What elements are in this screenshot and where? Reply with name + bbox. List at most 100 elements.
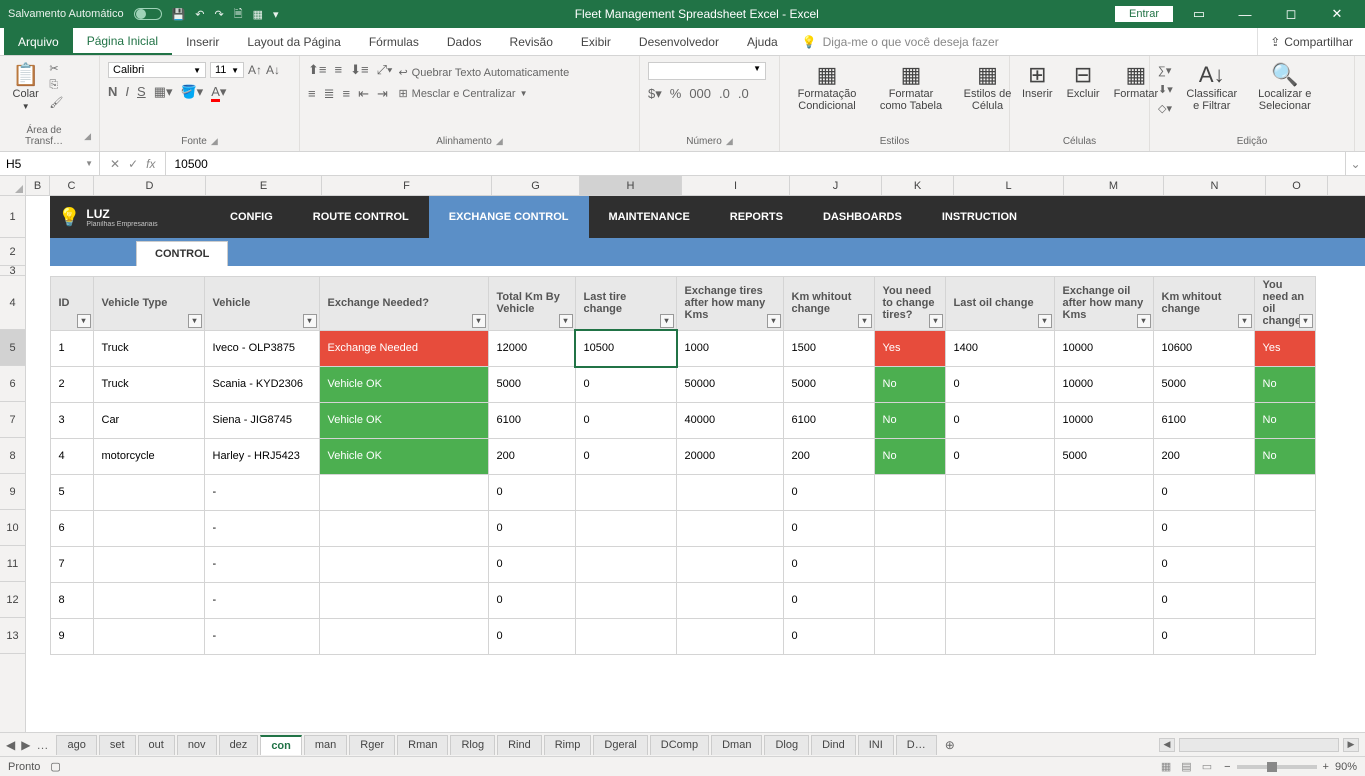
- sheet-tab[interactable]: Dman: [711, 735, 762, 755]
- sheet-tab[interactable]: Rimp: [544, 735, 592, 755]
- enter-icon[interactable]: ✓: [128, 157, 138, 171]
- sheet-tab[interactable]: D…: [896, 735, 937, 755]
- row-header[interactable]: 6: [0, 366, 25, 402]
- tab-insert[interactable]: Inserir: [172, 28, 233, 55]
- table-cell[interactable]: Yes: [874, 330, 946, 367]
- table-cell[interactable]: [945, 510, 1055, 547]
- table-cell[interactable]: -: [204, 618, 320, 655]
- table-cell[interactable]: [1054, 510, 1154, 547]
- number-format-select[interactable]: ▼: [648, 62, 766, 80]
- sheet-tab[interactable]: Rind: [497, 735, 542, 755]
- tab-page-layout[interactable]: Layout da Página: [233, 28, 354, 55]
- share-button[interactable]: ⇪ Compartilhar: [1257, 28, 1365, 55]
- row-header[interactable]: 5: [0, 330, 25, 366]
- table-cell[interactable]: [1054, 474, 1154, 511]
- sheet-nav-prev-icon[interactable]: ◀: [6, 738, 15, 752]
- column-header[interactable]: K: [882, 176, 954, 195]
- page-break-icon[interactable]: ▭: [1202, 760, 1212, 773]
- table-cell[interactable]: 10000: [1054, 402, 1154, 439]
- filter-icon[interactable]: ▾: [188, 314, 202, 328]
- ribbon-options-icon[interactable]: ▭: [1179, 6, 1219, 22]
- filter-icon[interactable]: ▾: [1238, 314, 1252, 328]
- table-cell[interactable]: 0: [945, 438, 1055, 475]
- table-cell[interactable]: 0: [783, 474, 875, 511]
- table-cell[interactable]: [319, 582, 489, 619]
- table-cell[interactable]: [945, 618, 1055, 655]
- bold-icon[interactable]: N: [108, 84, 117, 100]
- row-header[interactable]: 1: [0, 196, 25, 238]
- table-cell[interactable]: [676, 510, 784, 547]
- table-cell[interactable]: 0: [1153, 546, 1255, 583]
- table-cell[interactable]: 20000: [676, 438, 784, 475]
- table-cell[interactable]: Scania - KYD2306: [204, 366, 320, 403]
- row-header[interactable]: 10: [0, 510, 25, 546]
- nav-item[interactable]: INSTRUCTION: [922, 196, 1037, 238]
- table-cell[interactable]: [676, 474, 784, 511]
- align-right-icon[interactable]: ≡: [343, 86, 351, 102]
- zoom-in-icon[interactable]: +: [1323, 761, 1329, 773]
- sheet-nav-more-icon[interactable]: …: [36, 738, 48, 752]
- table-cell[interactable]: 3: [50, 402, 94, 439]
- name-box[interactable]: H5▼: [0, 152, 100, 175]
- table-cell[interactable]: motorcycle: [93, 438, 205, 475]
- table-cell[interactable]: 12000: [488, 330, 576, 367]
- font-size-select[interactable]: 11▼: [210, 62, 244, 78]
- align-left-icon[interactable]: ≡: [308, 86, 316, 102]
- find-select-button[interactable]: 🔍Localizar e Selecionar: [1251, 62, 1319, 114]
- table-cell[interactable]: [676, 546, 784, 583]
- table-cell[interactable]: No: [1254, 366, 1316, 403]
- sheet-tab[interactable]: Dgeral: [593, 735, 647, 755]
- table-cell[interactable]: 6: [50, 510, 94, 547]
- filter-icon[interactable]: ▾: [767, 314, 781, 328]
- table-cell[interactable]: No: [874, 366, 946, 403]
- macro-record-icon[interactable]: ▢: [50, 760, 60, 773]
- format-painter-icon[interactable]: 🖌: [49, 96, 63, 109]
- table-cell[interactable]: 50000: [676, 366, 784, 403]
- tab-developer[interactable]: Desenvolvedor: [625, 28, 733, 55]
- table-cell[interactable]: [1054, 546, 1154, 583]
- clear-icon[interactable]: ◇▾: [1158, 102, 1173, 115]
- table-cell[interactable]: [874, 510, 946, 547]
- table-cell[interactable]: 6100: [783, 402, 875, 439]
- cancel-icon[interactable]: ✕: [110, 157, 120, 171]
- align-center-icon[interactable]: ≣: [324, 86, 335, 102]
- nav-item[interactable]: EXCHANGE CONTROL: [429, 196, 589, 238]
- qat-icon[interactable]: ▦: [253, 8, 263, 21]
- table-cell[interactable]: 10000: [1054, 366, 1154, 403]
- sheet-nav-next-icon[interactable]: ▶: [21, 738, 30, 752]
- table-cell[interactable]: 5000: [488, 366, 576, 403]
- align-bottom-icon[interactable]: ⬇≡: [350, 62, 368, 78]
- undo-icon[interactable]: ↶: [195, 8, 204, 21]
- underline-icon[interactable]: S: [137, 84, 146, 100]
- table-cell[interactable]: 0: [1153, 474, 1255, 511]
- delete-button[interactable]: ⊟Excluir: [1063, 62, 1104, 102]
- table-cell[interactable]: 200: [783, 438, 875, 475]
- table-cell[interactable]: [945, 474, 1055, 511]
- table-cell[interactable]: Yes: [1254, 330, 1316, 367]
- table-cell[interactable]: 0: [783, 546, 875, 583]
- row-header[interactable]: 3: [0, 266, 25, 276]
- zoom-out-icon[interactable]: −: [1224, 761, 1230, 773]
- table-cell[interactable]: 40000: [676, 402, 784, 439]
- table-cell[interactable]: [874, 546, 946, 583]
- new-sheet-button[interactable]: ⊕: [939, 736, 961, 754]
- sheet-tab[interactable]: nov: [177, 735, 217, 755]
- table-cell[interactable]: -: [204, 546, 320, 583]
- qat-more-icon[interactable]: ▾: [273, 8, 279, 21]
- filter-icon[interactable]: ▾: [1137, 314, 1151, 328]
- comma-icon[interactable]: 000: [689, 86, 711, 102]
- select-all-button[interactable]: [0, 176, 26, 196]
- sheet-tab[interactable]: Rman: [397, 735, 448, 755]
- filter-icon[interactable]: ▾: [1038, 314, 1052, 328]
- dialog-launcher-icon[interactable]: ◢: [496, 136, 503, 147]
- table-cell[interactable]: 10500: [575, 330, 677, 367]
- table-cell[interactable]: [93, 582, 205, 619]
- row-header[interactable]: 7: [0, 402, 25, 438]
- table-cell[interactable]: 0: [575, 402, 677, 439]
- table-cell[interactable]: 0: [945, 402, 1055, 439]
- column-header[interactable]: G: [492, 176, 580, 195]
- save-icon[interactable]: 💾: [172, 8, 186, 21]
- sheet-tab[interactable]: Dind: [811, 735, 856, 755]
- merge-icon[interactable]: ⊞: [398, 87, 407, 100]
- table-cell[interactable]: Exchange Needed: [319, 330, 489, 367]
